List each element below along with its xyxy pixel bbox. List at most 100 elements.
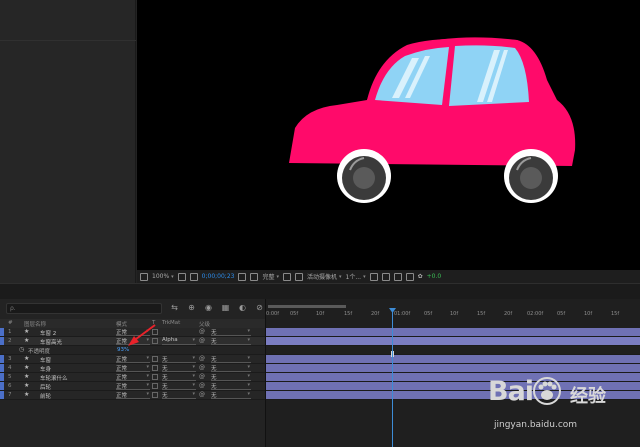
- camera-select[interactable]: 活动摄像机: [307, 272, 342, 281]
- label-color[interactable]: [0, 364, 4, 372]
- parent-select[interactable]: 无: [211, 337, 251, 345]
- blend-mode-select[interactable]: 正常: [116, 382, 150, 390]
- label-color[interactable]: [0, 355, 4, 363]
- property-track[interactable]: [266, 346, 640, 355]
- blend-mode-select[interactable]: 正常: [116, 337, 150, 345]
- layer-number: 2: [8, 338, 12, 344]
- track-matte-select[interactable]: 无: [162, 382, 196, 390]
- layer-row[interactable]: 3 ★ 车窗 正常 无 @ 无: [0, 355, 265, 364]
- layer-row[interactable]: 7 ★ 前轮 正常 无 @ 无: [0, 391, 265, 400]
- parent-pickwhip-icon[interactable]: @: [199, 391, 205, 398]
- layer-list: 1 ★ 车窗 2 正常 @ 无 2 ★ 车窗高光 正常 Alpha @ 无 ◷: [0, 328, 265, 400]
- motion-blur-icon[interactable]: ◐: [238, 303, 247, 312]
- composition-viewer[interactable]: [137, 0, 640, 270]
- layer-name[interactable]: 车身: [40, 365, 51, 373]
- watermark-brand: Bai: [488, 376, 534, 407]
- camera-snapshot-icon[interactable]: [238, 272, 247, 281]
- gear-icon[interactable]: ✿: [418, 273, 423, 280]
- preview-icon[interactable]: [140, 272, 148, 281]
- blend-mode-select[interactable]: 正常: [116, 373, 150, 381]
- grid-icon[interactable]: [177, 272, 186, 281]
- parent-select[interactable]: 无: [211, 373, 251, 381]
- views-select[interactable]: 1个...: [346, 272, 366, 281]
- region-icon[interactable]: [283, 272, 291, 281]
- graph-editor-icon[interactable]: ⊘: [255, 303, 264, 312]
- timecode[interactable]: 0;00;00;23: [202, 273, 235, 280]
- track-matte-select[interactable]: 无: [162, 391, 196, 399]
- time-ruler[interactable]: 0:00f 05f 10f 15f 20f 01:00f 05f 10f 15f…: [266, 311, 640, 320]
- track-matte-select[interactable]: 无: [162, 373, 196, 381]
- parent-pickwhip-icon[interactable]: @: [199, 382, 205, 389]
- layer-name[interactable]: 车轮滚什么: [40, 374, 68, 382]
- label-color[interactable]: [0, 373, 4, 381]
- layer-duration-bar[interactable]: [266, 337, 640, 346]
- layer-row[interactable]: 5 ★ 车轮滚什么 正常 无 @ 无: [0, 373, 265, 382]
- exposure-value[interactable]: +0.0: [427, 273, 442, 280]
- preserve-transparency-checkbox[interactable]: [152, 365, 158, 371]
- parent-pickwhip-icon[interactable]: @: [199, 373, 205, 380]
- layer-name[interactable]: 车窗高光: [40, 338, 62, 346]
- frame-blend-icon[interactable]: ▦: [221, 303, 230, 312]
- track-matte-select[interactable]: 无: [162, 364, 196, 372]
- layer-name[interactable]: 前轮: [40, 392, 51, 400]
- mask-icon[interactable]: [189, 272, 198, 281]
- stopwatch-icon[interactable]: ◷: [19, 346, 24, 353]
- toggle-icon-c[interactable]: [393, 272, 402, 281]
- layer-duration-bar[interactable]: [266, 355, 640, 364]
- parent-select[interactable]: 无: [211, 391, 251, 399]
- current-time-indicator[interactable]: [392, 309, 393, 447]
- preserve-transparency-checkbox[interactable]: [152, 392, 158, 398]
- parent-select[interactable]: 无: [211, 328, 251, 336]
- resolution-select[interactable]: 完整: [262, 272, 279, 281]
- draft-3d-icon[interactable]: ⊕: [187, 303, 196, 312]
- parent-select[interactable]: 无: [211, 355, 251, 363]
- label-color[interactable]: [0, 382, 4, 390]
- preserve-transparency-checkbox[interactable]: [152, 383, 158, 389]
- preserve-transparency-checkbox[interactable]: [152, 374, 158, 380]
- property-row-opacity[interactable]: ◷ 不透明度 93%: [0, 346, 265, 355]
- property-value[interactable]: 93%: [117, 347, 129, 353]
- label-color[interactable]: [0, 328, 4, 336]
- layer-duration-bar[interactable]: [266, 328, 640, 337]
- col-layer-name[interactable]: 图层名称: [24, 320, 46, 328]
- layer-name[interactable]: 后轮: [40, 383, 51, 391]
- layer-name[interactable]: 车窗 2: [40, 329, 56, 337]
- toggle-icon-d[interactable]: [405, 272, 414, 281]
- layer-row[interactable]: 6 ★ 后轮 正常 无 @ 无: [0, 382, 265, 391]
- work-area-bar[interactable]: [268, 305, 346, 308]
- shy-icon[interactable]: ◉: [204, 303, 213, 312]
- blend-mode-select[interactable]: 正常: [116, 391, 150, 399]
- channel-icon[interactable]: [250, 272, 259, 281]
- parent-pickwhip-icon[interactable]: @: [199, 328, 205, 335]
- parent-select[interactable]: 无: [211, 382, 251, 390]
- col-mode[interactable]: 模式: [116, 320, 127, 328]
- preserve-transparency-checkbox[interactable]: [152, 356, 158, 362]
- preserve-transparency-checkbox[interactable]: [152, 338, 158, 344]
- layer-name[interactable]: 车窗: [40, 356, 51, 364]
- track-matte-select[interactable]: 无: [162, 355, 196, 363]
- col-parent[interactable]: 父级: [199, 320, 210, 328]
- blend-mode-select[interactable]: 正常: [116, 355, 150, 363]
- parent-pickwhip-icon[interactable]: @: [199, 337, 205, 344]
- parent-select[interactable]: 无: [211, 364, 251, 372]
- layer-row[interactable]: 4 ★ 车身 正常 无 @ 无: [0, 364, 265, 373]
- label-color[interactable]: [0, 391, 4, 399]
- layer-row[interactable]: 2 ★ 车窗高光 正常 Alpha @ 无: [0, 337, 265, 346]
- track-matte-select[interactable]: Alpha: [162, 337, 196, 345]
- layer-row[interactable]: 1 ★ 车窗 2 正常 @ 无: [0, 328, 265, 337]
- col-trkmat[interactable]: TrkMat: [162, 320, 180, 326]
- label-color[interactable]: [0, 337, 4, 345]
- transparency-grid-icon[interactable]: [295, 272, 303, 281]
- comp-flowchart-icon[interactable]: ⇆: [170, 303, 179, 312]
- blend-mode-select[interactable]: 正常: [116, 364, 150, 372]
- parent-pickwhip-icon[interactable]: @: [199, 355, 205, 362]
- baidu-watermark: Bai 经验 jingyan.baidu.com: [488, 372, 638, 447]
- parent-pickwhip-icon[interactable]: @: [199, 364, 205, 371]
- blend-mode-select[interactable]: 正常: [116, 328, 150, 336]
- toggle-icon-a[interactable]: [369, 272, 378, 281]
- layer-search-input[interactable]: ρ.: [6, 302, 162, 314]
- zoom-select[interactable]: 100%: [152, 273, 174, 280]
- preserve-transparency-checkbox[interactable]: [152, 329, 158, 335]
- property-name: 不透明度: [28, 349, 51, 355]
- toggle-icon-b[interactable]: [381, 272, 390, 281]
